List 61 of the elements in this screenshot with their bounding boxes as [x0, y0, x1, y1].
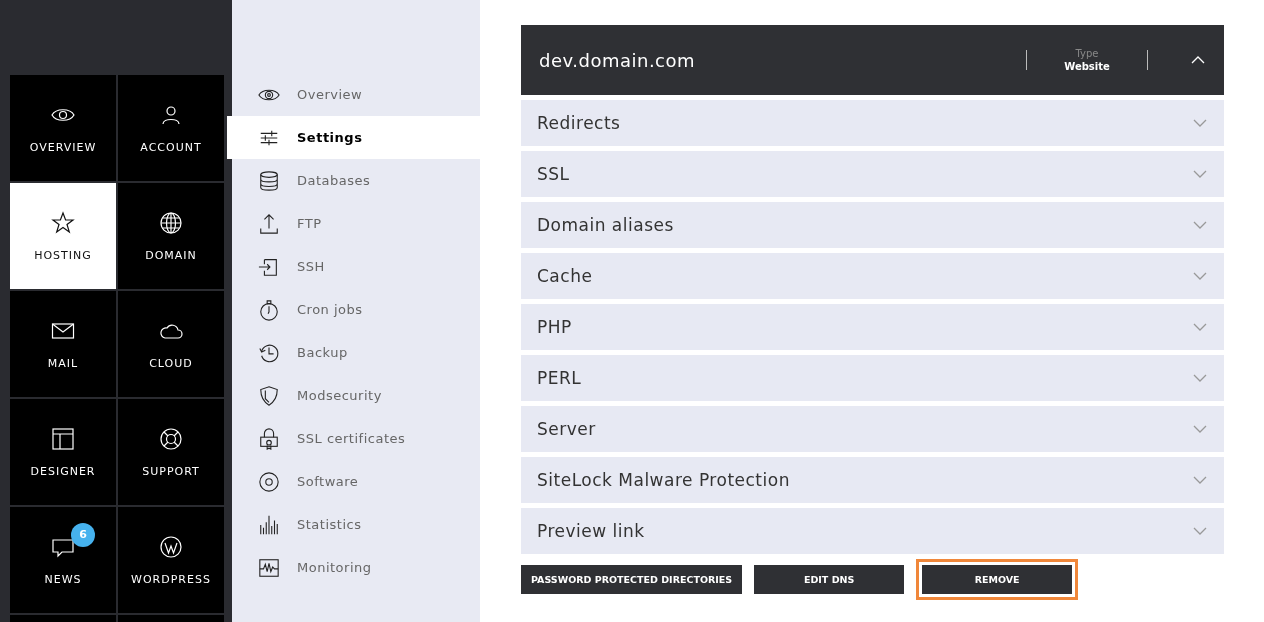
menu-item[interactable]: FTP [232, 202, 480, 245]
type-label: Type [1075, 48, 1099, 59]
accordion-section[interactable]: Preview link [521, 508, 1224, 554]
chevron-icon [1192, 322, 1208, 332]
action-button[interactable]: EDIT DNS [754, 565, 905, 594]
action-button[interactable]: PASSWORD PROTECTED DIRECTORIES [521, 565, 743, 594]
lifebuoy-icon [159, 426, 183, 451]
accordion-section[interactable]: PHP [521, 304, 1224, 350]
chevron-icon [1192, 526, 1208, 536]
accordion-section[interactable]: SSL [521, 151, 1224, 197]
layout-icon [51, 426, 75, 451]
type-value: Website [1064, 61, 1110, 72]
menu-item[interactable]: Overview [232, 73, 480, 116]
upload-icon [258, 212, 280, 235]
nav-tile[interactable]: SUPPORT [118, 399, 224, 505]
menu-item[interactable]: Settings [227, 116, 480, 159]
accordion-section[interactable]: PERL [521, 355, 1224, 401]
bar-chart-icon [258, 513, 280, 536]
chevron-icon [1192, 169, 1208, 179]
menu-item[interactable]: Modsecurity [232, 374, 480, 417]
star-icon [51, 210, 75, 235]
accordion-section[interactable]: Cache [521, 253, 1224, 299]
chevron-icon [1192, 424, 1208, 434]
action-button[interactable]: REMOVE [922, 565, 1073, 594]
wordpress-logo-icon [159, 534, 183, 559]
globe-icon [159, 210, 183, 235]
menu-item[interactable]: Backup [232, 331, 480, 374]
accordion-section[interactable]: Server [521, 406, 1224, 452]
chevron-icon [1192, 220, 1208, 230]
domain-title: dev.domain.com [539, 49, 697, 71]
nav-tile[interactable]: DOMAIN [118, 183, 224, 289]
notification-badge: 6 [71, 522, 95, 547]
nav-tile[interactable]: HOSTING [10, 183, 116, 289]
menu-item[interactable]: Statistics [232, 503, 480, 546]
shield-icon [258, 384, 280, 407]
nav-tile[interactable]: 6 NEWS [10, 507, 116, 613]
pulse-monitor-icon [258, 556, 280, 579]
nav-tile[interactable]: CLOUD [118, 291, 224, 397]
nav-tile[interactable]: MAIL [10, 291, 116, 397]
accordion-section[interactable]: Redirects [521, 100, 1224, 146]
disc-icon [258, 470, 280, 493]
database-icon [258, 169, 280, 192]
nav-tile[interactable]: WORDPRESS [118, 507, 224, 613]
lock-certificate-icon [258, 427, 280, 450]
chevron-icon [1192, 475, 1208, 485]
nav-tile[interactable]: OVERVIEW [10, 75, 116, 181]
menu-item[interactable]: Cron jobs [232, 288, 480, 331]
menu-item[interactable]: SSH [232, 245, 480, 288]
menu-item[interactable]: SSL certificates [232, 417, 480, 460]
nav-tile[interactable]: ACCOUNT [118, 75, 224, 181]
menu-item[interactable]: Software [232, 460, 480, 503]
chevron-icon [1192, 271, 1208, 281]
accordion-section[interactable]: SiteLock Malware Protection [521, 457, 1224, 503]
stopwatch-icon [258, 298, 280, 321]
nav-tile[interactable]: DESIGNER [10, 399, 116, 505]
chevron-icon [1190, 55, 1206, 65]
chevron-icon [1192, 373, 1208, 383]
accordion-section[interactable]: Domain aliases [521, 202, 1224, 248]
menu-item[interactable]: Databases [232, 159, 480, 202]
chevron-icon [1192, 118, 1208, 128]
menu-item[interactable]: Monitoring [232, 546, 480, 589]
